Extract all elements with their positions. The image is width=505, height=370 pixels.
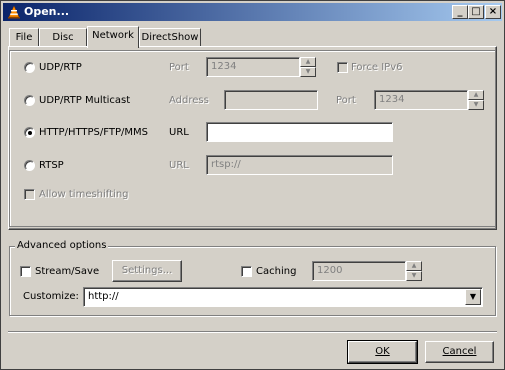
- udp-port-label: Port: [169, 62, 189, 73]
- udp-multicast-radio[interactable]: [24, 95, 35, 106]
- udp-rtp-label: UDP/RTP: [39, 62, 82, 73]
- open-dialog: Open... _ □ × File Disc Network DirectSh…: [0, 0, 505, 370]
- title-bar[interactable]: Open... _ □ ×: [3, 3, 502, 21]
- window-title: Open...: [24, 5, 70, 18]
- multicast-port-input[interactable]: 1234: [374, 90, 468, 110]
- chevron-down-icon[interactable]: ▼: [465, 289, 481, 305]
- http-url-input[interactable]: [206, 122, 393, 142]
- caching-spinner[interactable]: ▲ ▼: [406, 261, 422, 281]
- udp-port-spinner[interactable]: ▲ ▼: [300, 57, 316, 77]
- http-radio[interactable]: [24, 127, 35, 138]
- force-ipv6-checkbox[interactable]: [337, 62, 348, 73]
- spin-down-icon[interactable]: ▼: [468, 100, 484, 110]
- tab-directshow[interactable]: DirectShow: [139, 28, 201, 47]
- spin-up-icon[interactable]: ▲: [468, 90, 484, 100]
- rtsp-radio[interactable]: [24, 160, 35, 171]
- caching-input[interactable]: 1200: [312, 261, 406, 281]
- spin-down-icon[interactable]: ▼: [300, 67, 316, 77]
- cancel-button[interactable]: Cancel: [425, 341, 494, 363]
- tab-disc[interactable]: Disc: [39, 28, 87, 47]
- customize-label: Customize:: [23, 291, 79, 302]
- multicast-port-spinner[interactable]: ▲ ▼: [468, 90, 484, 110]
- vlc-cone-icon: [8, 5, 20, 19]
- udp-multicast-label: UDP/RTP Multicast: [39, 95, 131, 106]
- caching-checkbox[interactable]: [241, 266, 252, 277]
- rtsp-url-input[interactable]: rtsp://: [206, 155, 393, 175]
- caching-label: Caching: [256, 266, 297, 277]
- ok-button[interactable]: OK: [347, 340, 418, 364]
- force-ipv6-label: Force IPv6: [351, 62, 403, 73]
- stream-save-label: Stream/Save: [35, 266, 100, 277]
- spin-up-icon[interactable]: ▲: [300, 57, 316, 67]
- tab-network[interactable]: Network: [87, 26, 139, 48]
- tab-file[interactable]: File: [9, 28, 39, 47]
- rtsp-url-label: URL: [169, 160, 189, 171]
- customize-value: http://: [88, 291, 119, 302]
- multicast-address-label: Address: [169, 95, 209, 106]
- udp-port-input[interactable]: 1234: [206, 57, 300, 77]
- close-button[interactable]: ×: [485, 5, 501, 19]
- spin-down-icon[interactable]: ▼: [406, 271, 422, 281]
- spin-up-icon[interactable]: ▲: [406, 261, 422, 271]
- allow-timeshifting-label: Allow timeshifting: [39, 189, 129, 200]
- advanced-options-legend: Advanced options: [15, 240, 109, 251]
- settings-button[interactable]: Settings...: [112, 260, 182, 282]
- allow-timeshifting-checkbox[interactable]: [24, 189, 35, 200]
- multicast-address-input[interactable]: [224, 90, 318, 110]
- separator: [8, 331, 497, 333]
- stream-save-checkbox[interactable]: [20, 266, 31, 277]
- maximize-button[interactable]: □: [468, 5, 484, 19]
- http-url-label: URL: [169, 127, 189, 138]
- customize-combobox[interactable]: http://: [83, 287, 483, 307]
- udp-rtp-radio[interactable]: [24, 62, 35, 73]
- minimize-button[interactable]: _: [452, 5, 468, 19]
- multicast-port-label: Port: [336, 95, 356, 106]
- rtsp-label: RTSP: [39, 160, 64, 171]
- http-label: HTTP/HTTPS/FTP/MMS: [39, 127, 148, 138]
